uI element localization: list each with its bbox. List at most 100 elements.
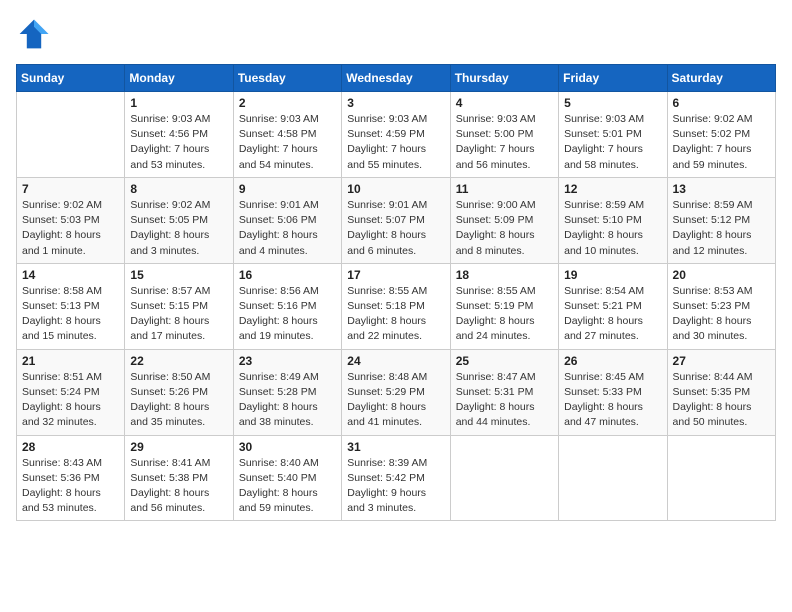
day-number: 11 <box>456 182 553 196</box>
weekday-thursday: Thursday <box>450 65 558 92</box>
day-number: 7 <box>22 182 119 196</box>
calendar-body: 1 Sunrise: 9:03 AMSunset: 4:56 PMDaylight… <box>17 92 776 521</box>
calendar-cell: 4 Sunrise: 9:03 AMSunset: 5:00 PMDaylight… <box>450 92 558 178</box>
page-header <box>16 16 776 52</box>
calendar-cell: 19Sunrise: 8:54 AMSunset: 5:21 PMDayligh… <box>559 263 667 349</box>
day-info: Sunrise: 8:49 AMSunset: 5:28 PMDaylight:… <box>239 370 336 431</box>
day-info: Sunrise: 9:03 AMSunset: 4:59 PMDaylight:… <box>347 112 444 173</box>
day-info: Sunrise: 8:41 AMSunset: 5:38 PMDaylight:… <box>130 456 227 517</box>
weekday-friday: Friday <box>559 65 667 92</box>
day-number: 6 <box>673 96 770 110</box>
day-number: 27 <box>673 354 770 368</box>
day-number: 24 <box>347 354 444 368</box>
day-number: 16 <box>239 268 336 282</box>
day-number: 18 <box>456 268 553 282</box>
day-info: Sunrise: 9:03 AMSunset: 4:56 PMDaylight:… <box>130 112 227 173</box>
weekday-tuesday: Tuesday <box>233 65 341 92</box>
calendar-cell: 27Sunrise: 8:44 AMSunset: 5:35 PMDayligh… <box>667 349 775 435</box>
day-info: Sunrise: 8:50 AMSunset: 5:26 PMDaylight:… <box>130 370 227 431</box>
day-number: 21 <box>22 354 119 368</box>
calendar-cell: 10 Sunrise: 9:01 AMSunset: 5:07 PMDayligh… <box>342 177 450 263</box>
calendar-cell: 11 Sunrise: 9:00 AMSunset: 5:09 PMDayligh… <box>450 177 558 263</box>
calendar-cell: 1 Sunrise: 9:03 AMSunset: 4:56 PMDaylight… <box>125 92 233 178</box>
day-info: Sunrise: 8:53 AMSunset: 5:23 PMDaylight:… <box>673 284 770 345</box>
weekday-header-row: SundayMondayTuesdayWednesdayThursdayFrid… <box>17 65 776 92</box>
calendar-cell: 20Sunrise: 8:53 AMSunset: 5:23 PMDayligh… <box>667 263 775 349</box>
calendar-cell: 22 Sunrise: 8:50 AMSunset: 5:26 PMDayligh… <box>125 349 233 435</box>
day-number: 19 <box>564 268 661 282</box>
calendar-cell: 15 Sunrise: 8:57 AMSunset: 5:15 PMDayligh… <box>125 263 233 349</box>
day-number: 30 <box>239 440 336 454</box>
calendar-cell: 25Sunrise: 8:47 AMSunset: 5:31 PMDayligh… <box>450 349 558 435</box>
day-number: 15 <box>130 268 227 282</box>
week-row-1: 1 Sunrise: 9:03 AMSunset: 4:56 PMDaylight… <box>17 92 776 178</box>
day-number: 17 <box>347 268 444 282</box>
day-info: Sunrise: 9:03 AMSunset: 4:58 PMDaylight:… <box>239 112 336 173</box>
day-number: 10 <box>347 182 444 196</box>
calendar-cell: 2 Sunrise: 9:03 AMSunset: 4:58 PMDaylight… <box>233 92 341 178</box>
day-info: Sunrise: 8:58 AMSunset: 5:13 PMDaylight:… <box>22 284 119 345</box>
calendar-cell: 16 Sunrise: 8:56 AMSunset: 5:16 PMDayligh… <box>233 263 341 349</box>
calendar-table: SundayMondayTuesdayWednesdayThursdayFrid… <box>16 64 776 521</box>
calendar-cell <box>450 435 558 521</box>
day-info: Sunrise: 8:40 AMSunset: 5:40 PMDaylight:… <box>239 456 336 517</box>
day-number: 1 <box>130 96 227 110</box>
weekday-saturday: Saturday <box>667 65 775 92</box>
calendar-cell: 5 Sunrise: 9:03 AMSunset: 5:01 PMDaylight… <box>559 92 667 178</box>
day-info: Sunrise: 9:03 AMSunset: 5:01 PMDaylight:… <box>564 112 661 173</box>
day-number: 4 <box>456 96 553 110</box>
day-number: 13 <box>673 182 770 196</box>
day-info: Sunrise: 9:02 AMSunset: 5:05 PMDaylight:… <box>130 198 227 259</box>
day-info: Sunrise: 9:02 AMSunset: 5:03 PMDaylight:… <box>22 198 119 259</box>
calendar-cell: 3 Sunrise: 9:03 AMSunset: 4:59 PMDaylight… <box>342 92 450 178</box>
week-row-4: 21 Sunrise: 8:51 AMSunset: 5:24 PMDayligh… <box>17 349 776 435</box>
weekday-wednesday: Wednesday <box>342 65 450 92</box>
weekday-sunday: Sunday <box>17 65 125 92</box>
calendar-cell <box>667 435 775 521</box>
day-info: Sunrise: 8:55 AMSunset: 5:19 PMDaylight:… <box>456 284 553 345</box>
day-number: 14 <box>22 268 119 282</box>
logo-icon <box>16 16 52 52</box>
calendar-cell: 17 Sunrise: 8:55 AMSunset: 5:18 PMDayligh… <box>342 263 450 349</box>
day-info: Sunrise: 8:56 AMSunset: 5:16 PMDaylight:… <box>239 284 336 345</box>
day-info: Sunrise: 9:02 AMSunset: 5:02 PMDaylight:… <box>673 112 770 173</box>
day-info: Sunrise: 8:43 AMSunset: 5:36 PMDaylight:… <box>22 456 119 517</box>
calendar-cell: 14 Sunrise: 8:58 AMSunset: 5:13 PMDayligh… <box>17 263 125 349</box>
day-info: Sunrise: 8:48 AMSunset: 5:29 PMDaylight:… <box>347 370 444 431</box>
calendar-cell: 30 Sunrise: 8:40 AMSunset: 5:40 PMDayligh… <box>233 435 341 521</box>
day-number: 9 <box>239 182 336 196</box>
day-info: Sunrise: 8:47 AMSunset: 5:31 PMDaylight:… <box>456 370 553 431</box>
day-number: 22 <box>130 354 227 368</box>
day-info: Sunrise: 8:55 AMSunset: 5:18 PMDaylight:… <box>347 284 444 345</box>
calendar-cell <box>17 92 125 178</box>
day-number: 31 <box>347 440 444 454</box>
day-info: Sunrise: 9:00 AMSunset: 5:09 PMDaylight:… <box>456 198 553 259</box>
calendar-cell: 6 Sunrise: 9:02 AMSunset: 5:02 PMDaylight… <box>667 92 775 178</box>
day-info: Sunrise: 8:39 AMSunset: 5:42 PMDaylight:… <box>347 456 444 517</box>
day-number: 3 <box>347 96 444 110</box>
day-info: Sunrise: 8:51 AMSunset: 5:24 PMDaylight:… <box>22 370 119 431</box>
day-number: 26 <box>564 354 661 368</box>
day-number: 5 <box>564 96 661 110</box>
logo <box>16 16 56 52</box>
day-info: Sunrise: 8:45 AMSunset: 5:33 PMDaylight:… <box>564 370 661 431</box>
week-row-5: 28 Sunrise: 8:43 AMSunset: 5:36 PMDayligh… <box>17 435 776 521</box>
day-number: 2 <box>239 96 336 110</box>
calendar-cell: 18 Sunrise: 8:55 AMSunset: 5:19 PMDayligh… <box>450 263 558 349</box>
day-info: Sunrise: 9:01 AMSunset: 5:06 PMDaylight:… <box>239 198 336 259</box>
day-info: Sunrise: 8:57 AMSunset: 5:15 PMDaylight:… <box>130 284 227 345</box>
calendar-cell <box>559 435 667 521</box>
week-row-3: 14 Sunrise: 8:58 AMSunset: 5:13 PMDayligh… <box>17 263 776 349</box>
calendar-cell: 23Sunrise: 8:49 AMSunset: 5:28 PMDayligh… <box>233 349 341 435</box>
day-info: Sunrise: 9:01 AMSunset: 5:07 PMDaylight:… <box>347 198 444 259</box>
day-info: Sunrise: 9:03 AMSunset: 5:00 PMDaylight:… <box>456 112 553 173</box>
calendar-cell: 29 Sunrise: 8:41 AMSunset: 5:38 PMDayligh… <box>125 435 233 521</box>
day-info: Sunrise: 8:59 AMSunset: 5:12 PMDaylight:… <box>673 198 770 259</box>
calendar-cell: 13 Sunrise: 8:59 AMSunset: 5:12 PMDayligh… <box>667 177 775 263</box>
calendar-cell: 26 Sunrise: 8:45 AMSunset: 5:33 PMDayligh… <box>559 349 667 435</box>
calendar-cell: 31 Sunrise: 8:39 AMSunset: 5:42 PMDayligh… <box>342 435 450 521</box>
day-number: 28 <box>22 440 119 454</box>
calendar-cell: 28 Sunrise: 8:43 AMSunset: 5:36 PMDayligh… <box>17 435 125 521</box>
calendar-cell: 21 Sunrise: 8:51 AMSunset: 5:24 PMDayligh… <box>17 349 125 435</box>
day-number: 29 <box>130 440 227 454</box>
